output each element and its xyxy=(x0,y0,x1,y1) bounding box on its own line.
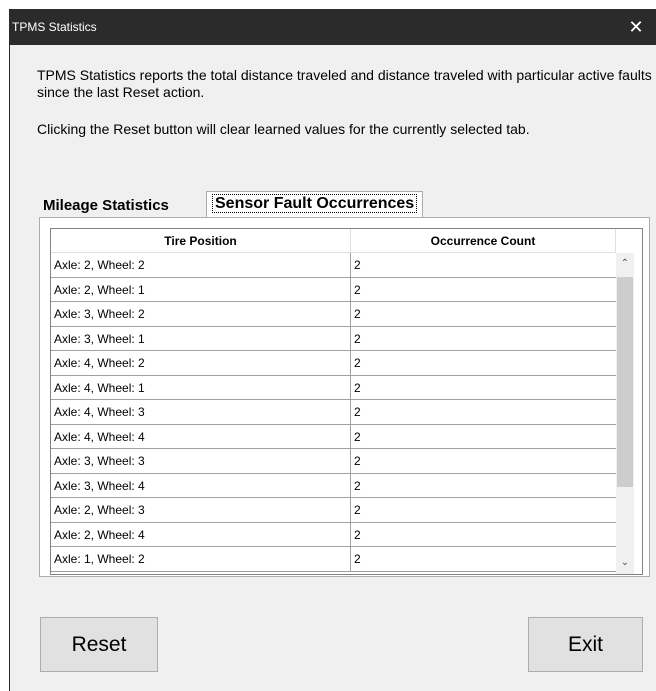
cell-occurrence-count: 2 xyxy=(354,307,361,321)
close-icon[interactable]: ✕ xyxy=(616,9,656,45)
cell-tire-position: Axle: 4, Wheel: 1 xyxy=(51,375,351,399)
tab-sensor-fault-occurrences[interactable]: Sensor Fault Occurrences xyxy=(206,191,424,218)
reset-button[interactable]: Reset xyxy=(40,617,158,672)
cell-tire-position: Axle: 3, Wheel: 4 xyxy=(51,473,351,497)
cell-tire-position: Axle: 4, Wheel: 4 xyxy=(51,424,351,448)
column-header-tire-position[interactable]: Tire Position xyxy=(51,229,351,253)
occurrence-grid: Tire Position Occurrence Count Axle: 2, … xyxy=(50,228,643,575)
table-row[interactable]: Axle: 3, Wheel: 42 xyxy=(51,473,616,498)
window-title: TPMS Statistics xyxy=(12,20,97,34)
cell-occurrence-count: 2 xyxy=(354,478,361,493)
grid-header: Tire Position Occurrence Count xyxy=(51,229,642,253)
table-row[interactable]: Axle: 2, Wheel: 42 xyxy=(51,522,616,547)
cell-occurrence-count: 2 xyxy=(354,380,361,395)
cell-occurrence-count: 2 xyxy=(354,405,361,419)
description-text: TPMS Statistics reports the total distan… xyxy=(37,67,652,100)
tpms-statistics-window: TPMS Statistics ✕ TPMS Statistics report… xyxy=(9,9,656,691)
tab-panel: Tire Position Occurrence Count Axle: 2, … xyxy=(39,217,650,577)
chevron-up-icon[interactable]: ⌃ xyxy=(616,253,634,275)
table-row[interactable]: Axle: 4, Wheel: 22 xyxy=(51,351,616,376)
exit-button[interactable]: Exit xyxy=(528,617,643,672)
cell-occurrence-count: 2 xyxy=(354,503,361,517)
table-row[interactable]: Axle: 3, Wheel: 12 xyxy=(51,326,616,351)
grid-rows: Axle: 2, Wheel: 2 2 Axle: 2, Wheel: 1 2 Axle… xyxy=(51,253,616,574)
table-row[interactable]: Axle: 2, Wheel: 22 xyxy=(51,253,616,278)
table-row[interactable]: Axle: 2, Wheel: 32 xyxy=(51,498,616,523)
cell-occurrence-count: 2 xyxy=(354,331,361,346)
cell-occurrence-count: 2 xyxy=(354,356,361,370)
table-row[interactable]: Axle: 4, Wheel: 12 xyxy=(51,375,616,400)
table-row[interactable]: Axle: 4, Wheel: 42 xyxy=(51,424,616,449)
cell-tire-position: Axle: 1, Wheel: 2 xyxy=(51,547,351,571)
table-row[interactable]: Axle: 3, Wheel: 32 xyxy=(51,449,616,474)
cell-tire-position: Axle: 2, Wheel: 4 xyxy=(51,522,351,546)
cell-tire-position: Axle: 3, Wheel: 2 xyxy=(51,302,351,326)
cell-occurrence-count: 2 xyxy=(354,282,361,297)
table-row[interactable]: Axle: 2, Wheel: 12 xyxy=(51,277,616,302)
reset-info-text: Clicking the Reset button will clear lea… xyxy=(37,121,530,137)
vertical-scrollbar[interactable]: ⌃ ⌄ xyxy=(616,253,634,574)
table-row[interactable]: Axle: 4, Wheel: 32 xyxy=(51,400,616,425)
cell-occurrence-count: 2 xyxy=(354,454,361,468)
cell-occurrence-count: 2 xyxy=(354,527,361,542)
cell-tire-position: Axle: 3, Wheel: 1 xyxy=(51,326,351,350)
scrollbar-thumb[interactable] xyxy=(617,277,633,487)
cell-tire-position: Axle: 3, Wheel: 3 xyxy=(51,449,351,473)
cell-occurrence-count: 2 xyxy=(354,429,361,444)
table-row[interactable]: Axle: 3, Wheel: 22 xyxy=(51,302,616,327)
cell-tire-position: Axle: 2, Wheel: 3 xyxy=(51,498,351,522)
chevron-down-icon[interactable]: ⌄ xyxy=(616,552,634,574)
column-header-occurrence-count[interactable]: Occurrence Count xyxy=(351,229,616,253)
cell-occurrence-count: 2 xyxy=(354,552,361,566)
cell-tire-position: Axle: 2, Wheel: 1 xyxy=(51,277,351,301)
table-row[interactable]: Axle: 1, Wheel: 22 xyxy=(51,547,616,572)
tab-sensor-label: Sensor Fault Occurrences xyxy=(212,194,418,213)
cell-tire-position: Axle: 2, Wheel: 2 xyxy=(51,253,351,277)
cell-occurrence-count: 2 xyxy=(354,258,361,272)
cell-tire-position: Axle: 4, Wheel: 2 xyxy=(51,351,351,375)
title-bar: TPMS Statistics ✕ xyxy=(10,9,656,45)
cell-tire-position: Axle: 4, Wheel: 3 xyxy=(51,400,351,424)
